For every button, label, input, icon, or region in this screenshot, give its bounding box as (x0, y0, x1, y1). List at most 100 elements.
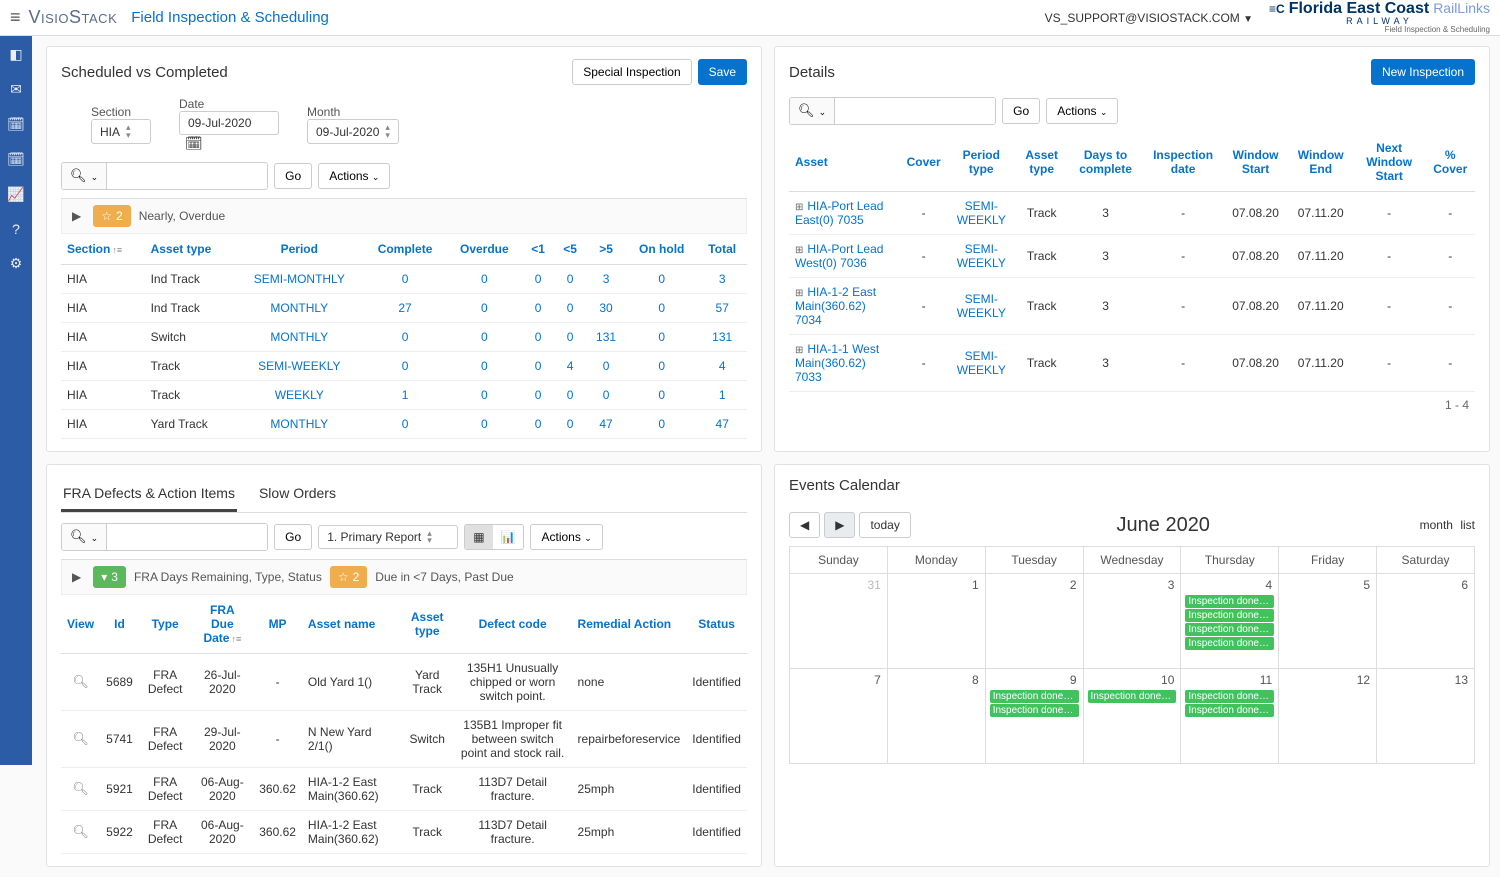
col-type[interactable]: Type (139, 595, 192, 654)
calendar-event[interactable]: Inspection done:6213 (1185, 704, 1274, 717)
calendar-event[interactable]: Inspection done:6150 (1088, 690, 1177, 703)
view-icon[interactable]: 🔍︎ (72, 674, 89, 689)
period-type-link[interactable]: SEMI-WEEKLY (957, 292, 1006, 320)
search-input[interactable] (835, 98, 995, 124)
nav-help-icon[interactable]: ? (12, 221, 20, 237)
period-link[interactable]: MONTHLY (270, 417, 328, 431)
col-days[interactable]: Days to complete (1067, 133, 1143, 192)
period-link[interactable]: MONTHLY (270, 330, 328, 344)
period-link[interactable]: SEMI-MONTHLY (254, 272, 345, 286)
nav-mail-icon[interactable]: ✉ (10, 81, 22, 98)
calendar-event[interactable]: Inspection done:5963 (1185, 609, 1274, 622)
view-toggle[interactable]: ▦ 📊 (464, 524, 524, 550)
nav-dashboard-icon[interactable]: ◧ (9, 46, 22, 63)
month-select[interactable]: 09-Jul-2020▴▾ (307, 119, 399, 143)
col-section[interactable]: Section↑≡ (61, 234, 145, 265)
calendar-day[interactable]: 5 (1279, 574, 1377, 669)
col-complete[interactable]: Complete (364, 234, 447, 265)
calendar-event[interactable]: Inspection done:6210 (1185, 690, 1274, 703)
calendar-day[interactable]: 11Inspection done:6210Inspection done:62… (1181, 669, 1279, 764)
period-link[interactable]: SEMI-WEEKLY (258, 359, 340, 373)
col-overdue[interactable]: Overdue (447, 234, 523, 265)
col-view[interactable]: View (61, 595, 100, 654)
expand-icon[interactable]: ⊞ (795, 288, 803, 299)
list-view-button[interactable]: list (1460, 518, 1475, 532)
section-select[interactable]: HIA▴▾ (91, 119, 151, 143)
col-nwstart[interactable]: Next Window Start (1353, 133, 1426, 192)
period-type-link[interactable]: SEMI-WEEKLY (957, 199, 1006, 227)
col-period[interactable]: Period (235, 234, 363, 265)
col-asset[interactable]: Asset (789, 133, 901, 192)
col-lt1[interactable]: <1 (522, 234, 554, 265)
highlight-chip[interactable]: ☆ 2 (93, 205, 130, 227)
report-select[interactable]: 1. Primary Report▴▾ (318, 525, 458, 549)
calendar-icon[interactable]: 🗓 (185, 135, 203, 151)
col-asset-name[interactable]: Asset name (302, 595, 401, 654)
calendar-day[interactable]: 6 (1377, 574, 1475, 669)
search-icon[interactable]: 🔍︎ ⌄ (62, 163, 107, 189)
col-due[interactable]: FRA Due Date↑≡ (191, 595, 253, 654)
calendar-day[interactable]: 13 (1377, 669, 1475, 764)
calendar-day[interactable]: 3 (1083, 574, 1181, 669)
search-icon[interactable]: 🔍︎ ⌄ (790, 98, 835, 124)
grid-view-icon[interactable]: ▦ (465, 525, 492, 549)
expand-icon[interactable]: ⊞ (795, 202, 803, 213)
col-mp[interactable]: MP (253, 595, 302, 654)
nav-calendar-icon[interactable]: 🗓 (7, 116, 25, 133)
col-atype[interactable]: Asset type (1016, 133, 1068, 192)
tab-fra-defects[interactable]: FRA Defects & Action Items (61, 477, 237, 512)
col-gt5[interactable]: >5 (586, 234, 626, 265)
calendar-day[interactable]: 7 (790, 669, 888, 764)
col-pcover[interactable]: % Cover (1425, 133, 1475, 192)
col-cover[interactable]: Cover (901, 133, 947, 192)
asset-link[interactable]: HIA-Port Lead West(0) 7036 (795, 242, 883, 270)
calendar-event[interactable]: Inspection done:6127 (990, 690, 1079, 703)
calendar-day[interactable]: 1 (887, 574, 985, 669)
search-input[interactable] (107, 163, 267, 189)
col-total[interactable]: Total (697, 234, 747, 265)
today-button[interactable]: today (859, 512, 910, 538)
calendar-day[interactable]: 9Inspection done:6127Inspection done:612… (985, 669, 1083, 764)
col-wstart[interactable]: Window Start (1223, 133, 1289, 192)
calendar-day[interactable]: 12 (1279, 669, 1377, 764)
go-button[interactable]: Go (274, 163, 312, 189)
chart-view-icon[interactable]: 📊 (493, 525, 524, 549)
highlight-chip[interactable]: ☆ 2 (330, 566, 367, 588)
search-input[interactable] (107, 524, 267, 550)
expand-icon[interactable]: ⊞ (795, 245, 803, 256)
calendar-event[interactable]: Inspection done:6004 (1185, 637, 1274, 650)
view-icon[interactable]: 🔍︎ (72, 731, 89, 746)
date-input[interactable]: 09-Jul-2020 (179, 111, 279, 135)
actions-button[interactable]: Actions ⌄ (530, 524, 602, 550)
view-icon[interactable]: 🔍︎ (72, 824, 89, 839)
col-asset-type[interactable]: Asset type (401, 595, 454, 654)
nav-chart-icon[interactable]: 📈 (7, 186, 24, 203)
menu-icon[interactable]: ≡ (10, 7, 21, 28)
search-icon[interactable]: 🔍︎ ⌄ (62, 524, 107, 550)
filter-chip[interactable]: ▾ 3 (93, 566, 126, 588)
calendar-event[interactable]: Inspection done:5962 (1185, 595, 1274, 608)
actions-button[interactable]: Actions ⌄ (318, 163, 390, 189)
go-button[interactable]: Go (274, 524, 312, 550)
period-link[interactable]: WEEKLY (275, 388, 324, 402)
col-defect-code[interactable]: Defect code (454, 595, 572, 654)
asset-link[interactable]: HIA-1-1 West Main(360.62) 7033 (795, 342, 879, 384)
asset-link[interactable]: HIA-Port Lead East(0) 7035 (795, 199, 883, 227)
col-idate[interactable]: Inspection date (1144, 133, 1223, 192)
col-onhold[interactable]: On hold (626, 234, 697, 265)
period-link[interactable]: MONTHLY (270, 301, 328, 315)
next-button[interactable]: ▶ (824, 512, 855, 538)
period-type-link[interactable]: SEMI-WEEKLY (957, 349, 1006, 377)
prev-button[interactable]: ◀ (789, 512, 820, 538)
calendar-event[interactable]: Inspection done:6003 (1185, 623, 1274, 636)
calendar-day[interactable]: 2 (985, 574, 1083, 669)
tab-slow-orders[interactable]: Slow Orders (257, 477, 338, 512)
col-status[interactable]: Status (686, 595, 747, 654)
save-button[interactable]: Save (698, 59, 747, 85)
expand-icon[interactable]: ▶ (68, 209, 85, 223)
asset-link[interactable]: HIA-1-2 East Main(360.62) 7034 (795, 285, 876, 327)
col-id[interactable]: Id (100, 595, 139, 654)
col-remedial[interactable]: Remedial Action (572, 595, 687, 654)
col-lt5[interactable]: <5 (554, 234, 586, 265)
support-menu[interactable]: VS_SUPPORT@VISIOSTACK.COM ▼ (1045, 11, 1253, 25)
